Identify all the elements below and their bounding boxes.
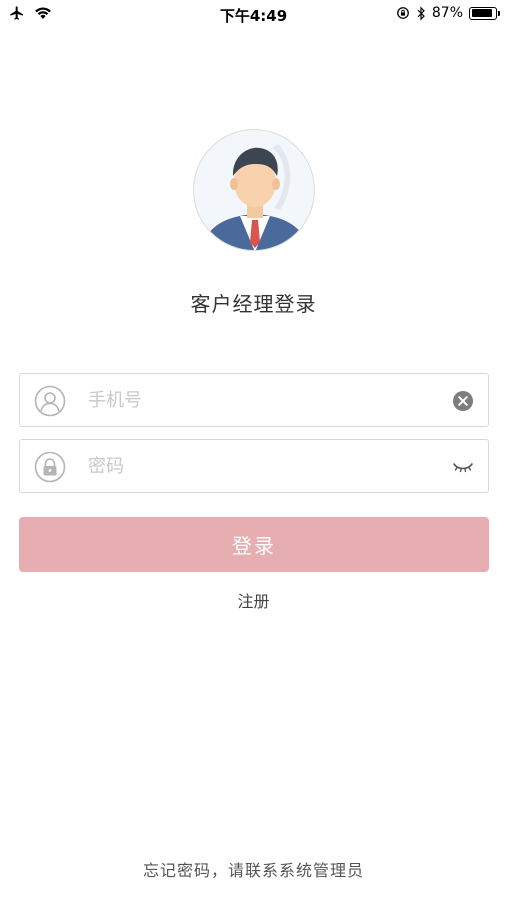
clear-input-icon[interactable] bbox=[452, 390, 474, 412]
phone-field bbox=[19, 373, 489, 427]
businessman-avatar-icon bbox=[202, 144, 308, 250]
rotation-lock-icon bbox=[396, 7, 409, 19]
register-link[interactable]: 注册 bbox=[0, 588, 507, 612]
phone-input[interactable] bbox=[88, 374, 438, 426]
status-right: 87% bbox=[396, 5, 500, 21]
password-field bbox=[19, 439, 489, 493]
bluetooth-icon bbox=[417, 5, 425, 21]
user-avatar bbox=[193, 129, 315, 251]
battery-level bbox=[471, 9, 492, 17]
lock-icon bbox=[34, 451, 66, 483]
login-button[interactable]: 登录 bbox=[19, 517, 489, 572]
page-title: 客户经理登录 bbox=[190, 292, 317, 316]
battery-icon bbox=[469, 6, 500, 20]
forgot-password-note: 忘记密码，请联系系统管理员 bbox=[142, 861, 364, 880]
password-input[interactable] bbox=[88, 440, 438, 492]
battery-percent: 87% bbox=[431, 5, 463, 21]
login-screen: 下午4:49 87% 客户经理登录 手机号 登录 注册 忘记密码，请联系系统管理… bbox=[0, 0, 507, 900]
status-bar: 下午4:49 87% bbox=[0, 0, 507, 28]
user-icon bbox=[34, 385, 66, 417]
eye-closed-icon[interactable] bbox=[452, 456, 474, 478]
